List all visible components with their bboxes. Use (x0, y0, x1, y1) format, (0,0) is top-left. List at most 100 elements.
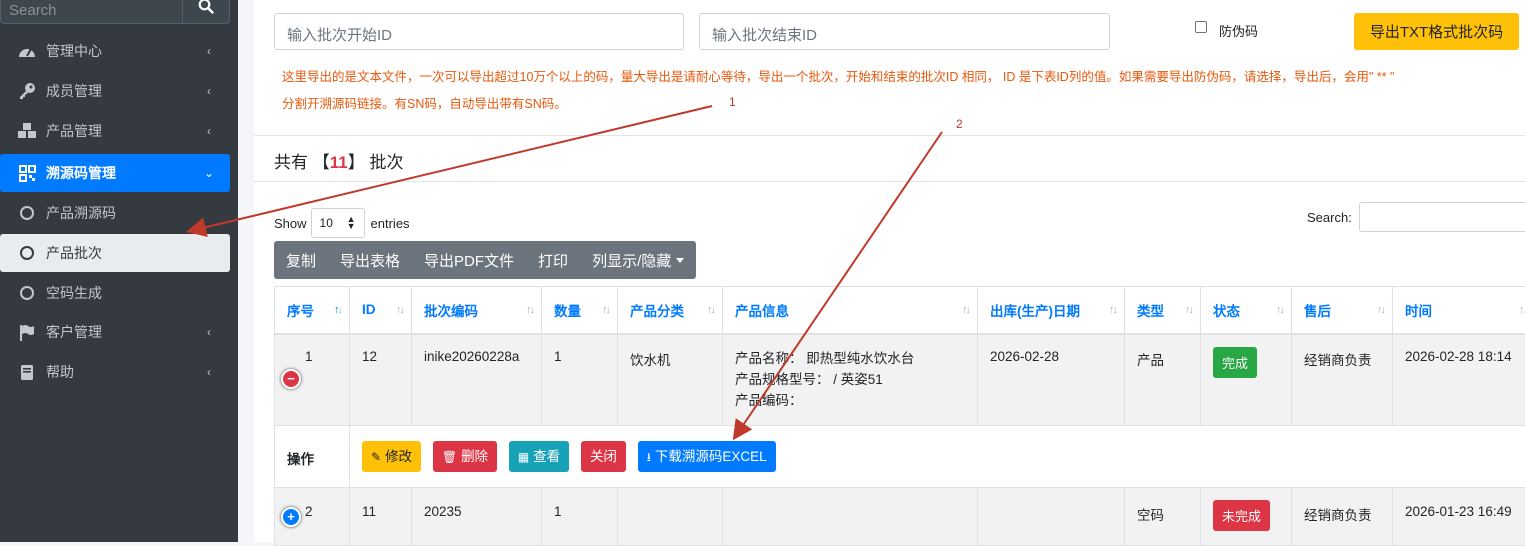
col-header-id[interactable]: ID↑↓ (350, 287, 412, 334)
cell-quantity: 1 (542, 334, 618, 426)
col-header-quantity[interactable]: 数量↑↓ (542, 287, 618, 334)
batch-total: 共有 【11】 批次 (274, 148, 403, 173)
view-button[interactable]: ▦查看 (509, 441, 569, 472)
row-actions: 操作 ✎修改 🗑删除 ▦查看 关闭 ⭳下载溯源码EXCEL (275, 425, 1525, 487)
expand-row-icon[interactable]: + (281, 507, 301, 527)
batch-total-suffix: 】 批次 (348, 153, 404, 172)
circle-icon (17, 243, 37, 263)
batch-count: 11 (330, 153, 348, 172)
sort-icon: ↑↓ (1377, 304, 1384, 316)
export-note-line2: 分割开溯源码链接。有SN码，自动导出带有SN码。 (282, 93, 567, 112)
cell-index: + 2 (275, 487, 350, 545)
copy-button[interactable]: 复制 (274, 241, 328, 279)
col-header-product-info[interactable]: 产品信息↑↓ (723, 287, 978, 334)
sidebar-item-label: 成员管理 (46, 81, 202, 101)
sidebar-item-empty-code-gen[interactable]: 空码生成 (0, 274, 230, 312)
table-search-input[interactable] (1359, 202, 1525, 232)
export-excel-button[interactable]: 导出表格 (328, 241, 412, 279)
col-header-type[interactable]: 类型↑↓ (1125, 287, 1201, 334)
sidebar-item-product-batches[interactable]: 产品批次 (0, 234, 230, 272)
edit-icon: ✎ (371, 442, 381, 473)
col-header-date[interactable]: 出库(生产)日期↑↓ (978, 287, 1125, 334)
table-row[interactable]: + 2 11 20235 1 空码 未完成 经销商负责 2026-01-23 1… (275, 487, 1525, 545)
sidebar-item-members[interactable]: 成员管理 ‹ (0, 72, 230, 110)
column-visibility-button[interactable]: 列显示/隐藏 (580, 241, 696, 279)
table-row[interactable]: 1 − 12 inike20260228a 1 饮水机 产品名称： 即热型纯水饮… (275, 334, 1525, 426)
actions-cell: ✎修改 🗑删除 ▦查看 关闭 ⭳下载溯源码EXCEL (350, 425, 1525, 487)
qrcode-icon: ▦ (518, 442, 529, 473)
sidebar-item-products[interactable]: 产品管理 ‹ (0, 112, 230, 150)
divider (254, 135, 1525, 136)
cell-type: 产品 (1125, 334, 1201, 426)
cell-after-sale: 经销商负责 (1292, 487, 1393, 545)
sort-icon: ↑↓ (602, 304, 609, 316)
cell-date: 2026-02-28 (978, 334, 1125, 426)
download-excel-button[interactable]: ⭳下载溯源码EXCEL (638, 441, 776, 472)
cell-status: 完成 (1201, 334, 1292, 426)
anti-fake-label: 防伪码 (1219, 21, 1258, 40)
sort-icon: ↑↓ (1109, 304, 1116, 316)
cubes-icon (17, 121, 37, 141)
sort-icon: ↑↓ (526, 304, 533, 316)
chevron-left-icon: ‹ (202, 124, 216, 138)
batch-start-id-input[interactable]: 输入批次开始ID (274, 13, 684, 50)
chevron-left-icon: ‹ (202, 84, 216, 98)
cell-product-info: 产品名称： 即热型纯水饮水台 产品规格型号： / 英姿51 产品编码： (723, 334, 978, 426)
sidebar-item-help[interactable]: 帮助 ‹ (0, 353, 230, 391)
sort-icon: ↑↓ (1519, 304, 1525, 316)
updown-icon: ▲▼ (347, 216, 356, 230)
sidebar: Search 管理中心 ‹ 成员管理 ‹ 产品管理 ‹ 溯源码管理 ⌄ 产品溯源… (0, 0, 238, 542)
cell-batch-code: 20235 (412, 487, 542, 545)
page-length-value: 10 (320, 216, 333, 230)
download-icon: ⭳ (647, 442, 651, 473)
sidebar-item-trace-codes[interactable]: 溯源码管理 ⌄ (0, 154, 230, 192)
chevron-left-icon: ‹ (202, 325, 216, 339)
search-icon (198, 0, 214, 14)
table-header-row: 序号↑↓ ID↑↓ 批次编码↑↓ 数量↑↓ 产品分类↑↓ 产品信息↑↓ 出库(生… (275, 287, 1525, 334)
collapse-row-icon[interactable]: − (281, 369, 301, 389)
sidebar-item-product-trace-codes[interactable]: 产品溯源码 (0, 194, 230, 232)
export-pdf-button[interactable]: 导出PDF文件 (412, 241, 526, 279)
cell-quantity: 1 (542, 487, 618, 545)
book-icon (17, 362, 37, 382)
cell-product-info (723, 487, 978, 545)
col-header-status[interactable]: 状态↑↓ (1201, 287, 1292, 334)
chevron-left-icon: ‹ (202, 365, 216, 379)
cell-id: 12 (350, 334, 412, 426)
sort-icon: ↑↓ (334, 304, 341, 316)
batch-table: 序号↑↓ ID↑↓ 批次编码↑↓ 数量↑↓ 产品分类↑↓ 产品信息↑↓ 出库(生… (274, 286, 1525, 546)
sidebar-item-label: 产品溯源码 (46, 203, 230, 223)
dashboard-icon (17, 41, 37, 61)
batch-end-id-input[interactable]: 输入批次结束ID (699, 13, 1110, 50)
actions-label: 操作 (275, 425, 350, 487)
search-input[interactable]: Search (9, 2, 57, 19)
col-header-after-sale[interactable]: 售后↑↓ (1292, 287, 1393, 334)
edit-button[interactable]: ✎修改 (362, 441, 421, 472)
delete-button[interactable]: 🗑删除 (433, 441, 497, 472)
input-placeholder: 输入批次结束ID (712, 24, 817, 45)
cell-category (618, 487, 723, 545)
col-header-index[interactable]: 序号↑↓ (275, 287, 350, 334)
anti-fake-checkbox[interactable] (1195, 21, 1207, 33)
sidebar-item-label: 管理中心 (46, 41, 202, 61)
cell-batch-code: inike20260228a (412, 334, 542, 426)
page-length-control: Show 10 ▲▼ entries (274, 208, 410, 238)
cell-status: 未完成 (1201, 487, 1292, 545)
cell-time: 2026-02-28 18:14 (1393, 334, 1525, 426)
table-toolbar: 复制 导出表格 导出PDF文件 打印 列显示/隐藏 (274, 241, 696, 279)
search-button[interactable] (182, 0, 229, 23)
close-button[interactable]: 关闭 (581, 441, 626, 472)
col-header-time[interactable]: 时间↑↓ (1393, 287, 1525, 334)
sidebar-item-label: 产品批次 (46, 243, 230, 263)
page-length-select[interactable]: 10 ▲▼ (311, 208, 365, 238)
print-button[interactable]: 打印 (526, 241, 580, 279)
col-header-category[interactable]: 产品分类↑↓ (618, 287, 723, 334)
sort-icon: ↑↓ (1185, 304, 1192, 316)
col-header-batch-code[interactable]: 批次编码↑↓ (412, 287, 542, 334)
sidebar-item-dashboard[interactable]: 管理中心 ‹ (0, 32, 230, 70)
caret-down-icon (676, 258, 684, 263)
sidebar-search[interactable]: Search (0, 0, 230, 24)
export-txt-button[interactable]: 导出TXT格式批次码 (1354, 13, 1519, 50)
show-label: Show (274, 216, 307, 231)
sidebar-item-customers[interactable]: 客户管理 ‹ (0, 313, 230, 351)
